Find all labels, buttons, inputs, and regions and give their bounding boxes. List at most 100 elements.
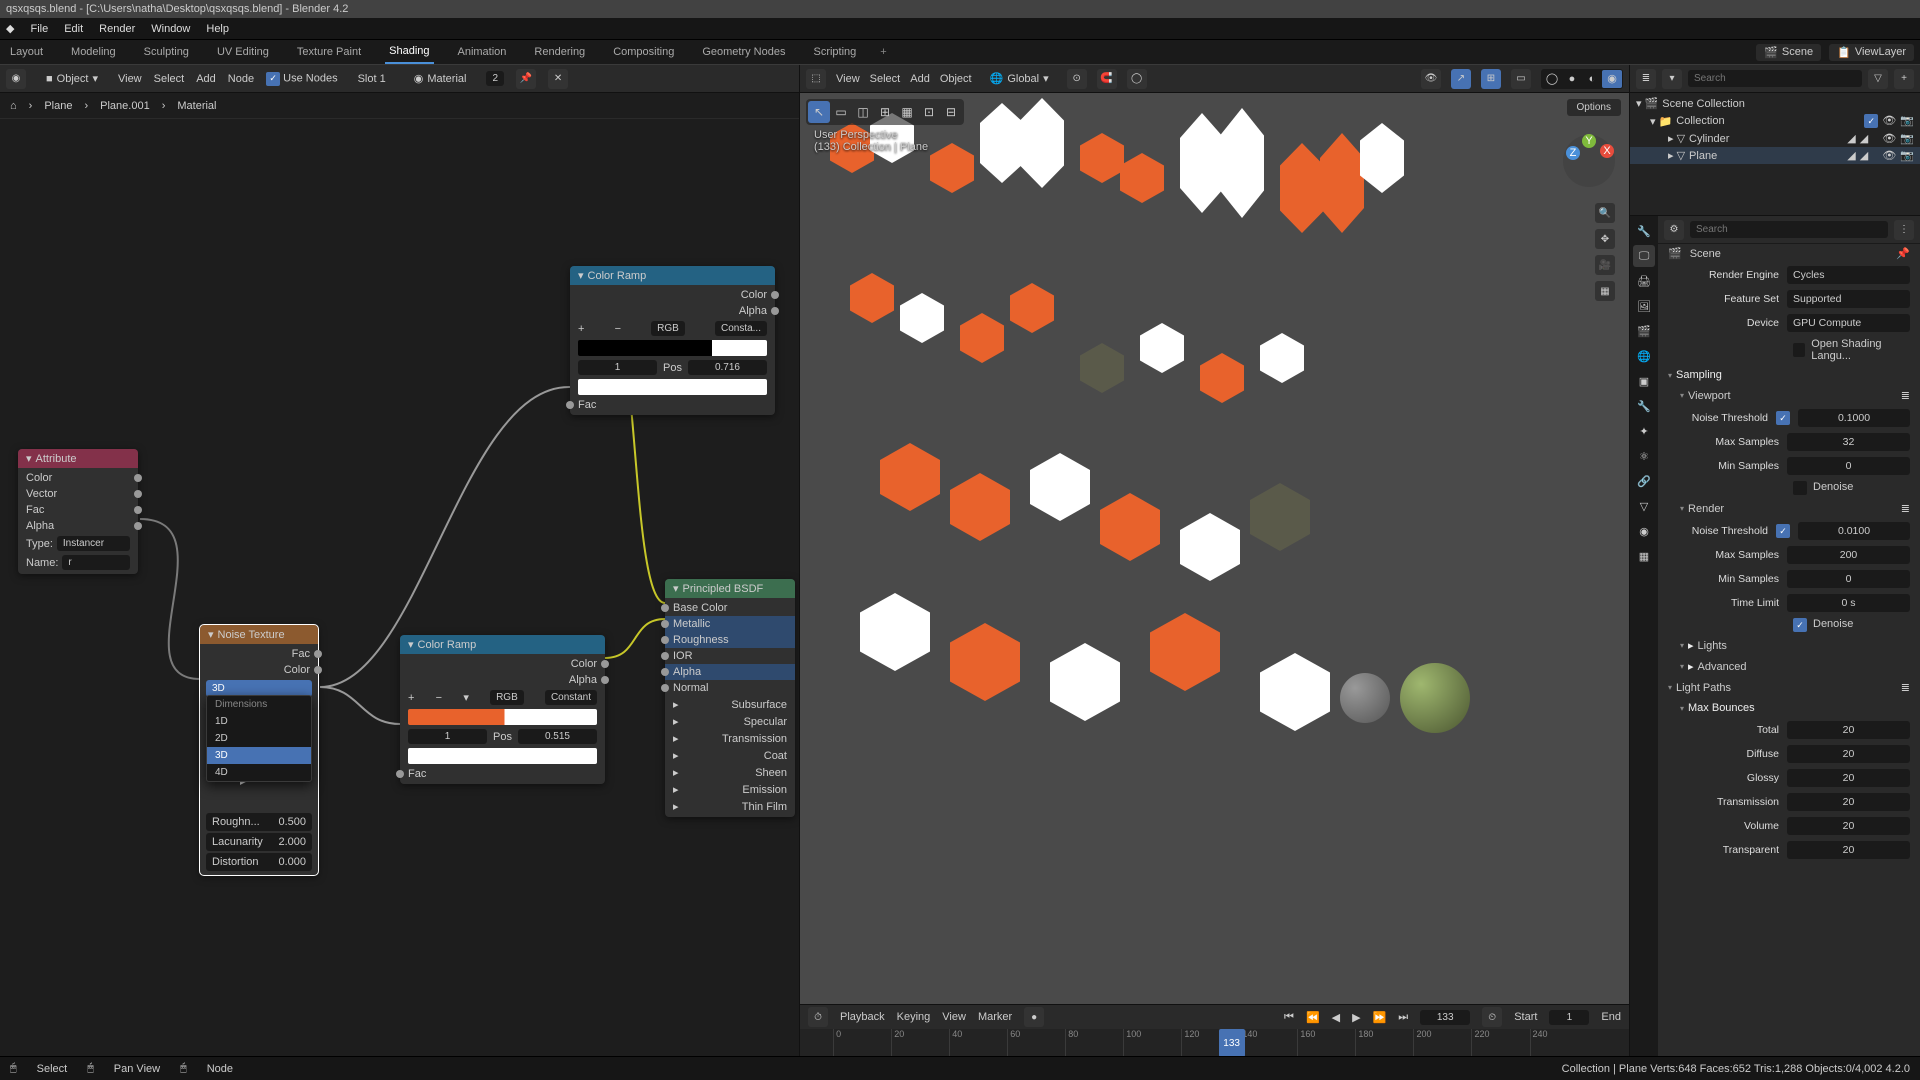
jump-end-icon[interactable]: ⏭	[1398, 1011, 1408, 1024]
next-key-icon[interactable]: ⏩	[1373, 1011, 1387, 1024]
outliner-search[interactable]	[1688, 70, 1862, 87]
vp-editor-icon[interactable]: ⬚	[806, 69, 826, 89]
ptab-particles-icon[interactable]: ✦	[1633, 420, 1655, 442]
eye-icon[interactable]: 👁	[1882, 149, 1896, 162]
select-mode-toolbar[interactable]: ↖▭◫⊞▦⊡⊟	[806, 99, 964, 125]
ramp1-pos[interactable]: 0.515	[518, 729, 597, 744]
ptab-object-icon[interactable]: ▣	[1633, 370, 1655, 392]
ptab-modifier-icon[interactable]: 🔧	[1633, 395, 1655, 417]
menu-window[interactable]: Window	[151, 23, 190, 35]
nav-gizmo[interactable]: X Y Z	[1559, 131, 1619, 191]
zoom-icon[interactable]: 🔍	[1595, 203, 1615, 223]
start-frame[interactable]: 1	[1549, 1010, 1589, 1025]
render-icon[interactable]: 📷	[1900, 149, 1914, 162]
tl-view[interactable]: View	[942, 1011, 966, 1023]
props-opts-icon[interactable]: ⋮	[1894, 220, 1914, 240]
jump-start-icon[interactable]: ⏮	[1284, 1011, 1294, 1024]
list-icon[interactable]: ≣	[1901, 502, 1910, 515]
propedit-icon[interactable]: ◯	[1127, 69, 1147, 89]
rd-min[interactable]: 0	[1787, 570, 1910, 588]
menu-help[interactable]: Help	[206, 23, 229, 35]
tab-geonodes[interactable]: Geometry Nodes	[698, 41, 789, 63]
panel-sampling[interactable]: Sampling	[1658, 365, 1920, 385]
material-selector[interactable]: ◉ Material	[406, 70, 475, 87]
play-icon[interactable]: ▶	[1352, 1011, 1360, 1024]
ptab-tool-icon[interactable]: 🔧	[1633, 220, 1655, 242]
outliner-tree[interactable]: ▾ 🎬 Scene Collection ▾ 📁 Collection ✓👁📷 …	[1630, 93, 1920, 215]
crumb-home-icon[interactable]: ⌂	[10, 100, 17, 112]
rd-time[interactable]: 0 s	[1787, 594, 1910, 612]
vp-min[interactable]: 0	[1787, 457, 1910, 475]
filter-icon[interactable]: ▽	[1868, 69, 1888, 89]
new-coll-icon[interactable]: +	[1894, 69, 1914, 89]
ramp1-mode[interactable]: Constant	[545, 690, 597, 705]
panel-render[interactable]: Render≣	[1658, 498, 1920, 519]
ramp2-add[interactable]: +	[578, 323, 584, 335]
vp-options[interactable]: Options	[1567, 99, 1621, 116]
osl-check[interactable]	[1793, 343, 1805, 357]
pin-props-icon[interactable]: 📌	[1896, 247, 1910, 260]
dim-1d[interactable]: 1D	[207, 713, 311, 730]
ptab-data-icon[interactable]: ▽	[1633, 495, 1655, 517]
tab-anim[interactable]: Animation	[454, 41, 511, 63]
coll-exclude[interactable]: ✓	[1864, 114, 1878, 128]
tab-shading[interactable]: Shading	[385, 40, 433, 64]
ramp1-menu[interactable]: ▾	[463, 691, 469, 704]
mode-object[interactable]: ■ Object ▾	[38, 70, 106, 87]
autokey-icon[interactable]: ●	[1024, 1007, 1044, 1027]
ramp2-mode[interactable]: Consta...	[715, 321, 767, 336]
ptab-texture-icon[interactable]: ▦	[1633, 545, 1655, 567]
props-type-icon[interactable]: ⚙	[1664, 220, 1684, 240]
vp-view[interactable]: View	[836, 73, 860, 85]
tab-sculpting[interactable]: Sculpting	[140, 41, 193, 63]
vp-select[interactable]: Select	[870, 73, 901, 85]
vp-denoise-check[interactable]	[1793, 481, 1807, 495]
panel-lightpaths[interactable]: Light Paths≣	[1658, 677, 1920, 698]
editor-type-icon[interactable]: ◉	[6, 69, 26, 89]
crumb-plane[interactable]: Plane	[44, 100, 72, 112]
persp-icon[interactable]: ▦	[1595, 281, 1615, 301]
bounce-diffuse[interactable]: 20	[1787, 745, 1910, 763]
ramp2-del[interactable]: −	[615, 323, 621, 335]
shading-modes[interactable]: ◯●◐◉	[1541, 69, 1623, 89]
ramp2-color[interactable]	[578, 379, 767, 395]
crumb-plane001[interactable]: Plane.001	[100, 100, 150, 112]
ne-node[interactable]: Node	[228, 73, 254, 85]
dim-2d[interactable]: 2D	[207, 730, 311, 747]
outliner-type-icon[interactable]: ≣	[1636, 69, 1656, 89]
timeline-ruler[interactable]: 0 20 40 60 80 100 120 140 160 180 200 22…	[800, 1029, 1629, 1057]
menu-file[interactable]: File	[30, 23, 48, 35]
viewport-3d[interactable]: ↖▭◫⊞▦⊡⊟ User Perspective (133) Collectio…	[800, 93, 1629, 1004]
outliner-cylinder[interactable]: ▸ ▽ Cylinder ◢◢ 👁📷	[1630, 130, 1920, 147]
vp-object[interactable]: Object	[940, 73, 972, 85]
panel-maxbounces[interactable]: Max Bounces	[1658, 698, 1920, 718]
ramp2-pos[interactable]: 0.716	[688, 360, 767, 375]
move-icon[interactable]: ✥	[1595, 229, 1615, 249]
bounce-transmission[interactable]: 20	[1787, 793, 1910, 811]
ramp1-color[interactable]	[408, 748, 597, 764]
dim-4d[interactable]: 4D	[207, 764, 311, 781]
use-preview-icon[interactable]: ⏲	[1482, 1007, 1502, 1027]
tab-modeling[interactable]: Modeling	[67, 41, 120, 63]
vp-add[interactable]: Add	[910, 73, 930, 85]
bounce-transparent[interactable]: 20	[1787, 841, 1910, 859]
ptab-constraint-icon[interactable]: 🔗	[1633, 470, 1655, 492]
panel-lights[interactable]: ▸ Lights	[1658, 635, 1920, 656]
snap-icon[interactable]: 🧲	[1097, 69, 1117, 89]
ptab-viewlayer-icon[interactable]: 🖼	[1633, 295, 1655, 317]
tl-editor-icon[interactable]: ⏱	[808, 1007, 828, 1027]
bounce-volume[interactable]: 20	[1787, 817, 1910, 835]
tl-marker[interactable]: Marker	[978, 1011, 1012, 1023]
ramp1-add[interactable]: +	[408, 692, 414, 704]
vis-icon[interactable]: 👁	[1421, 69, 1441, 89]
close-icon[interactable]: ✕	[548, 69, 568, 89]
slot-selector[interactable]: Slot 1	[350, 71, 394, 87]
ramp2-idx[interactable]: 1	[578, 360, 657, 375]
node-color-ramp-1[interactable]: ▾Color Ramp Color Alpha +−▾ RGB Constant…	[400, 635, 605, 784]
overlay-icon[interactable]: ⊞	[1481, 69, 1501, 89]
rd-denoise-check[interactable]: ✓	[1793, 618, 1807, 632]
outliner-scene[interactable]: ▾ 🎬 Scene Collection	[1630, 95, 1920, 112]
noise-roughness[interactable]: Roughn... 0.500	[206, 813, 312, 831]
xray-icon[interactable]: ▭	[1511, 69, 1531, 89]
playhead[interactable]: 133	[1219, 1029, 1245, 1057]
